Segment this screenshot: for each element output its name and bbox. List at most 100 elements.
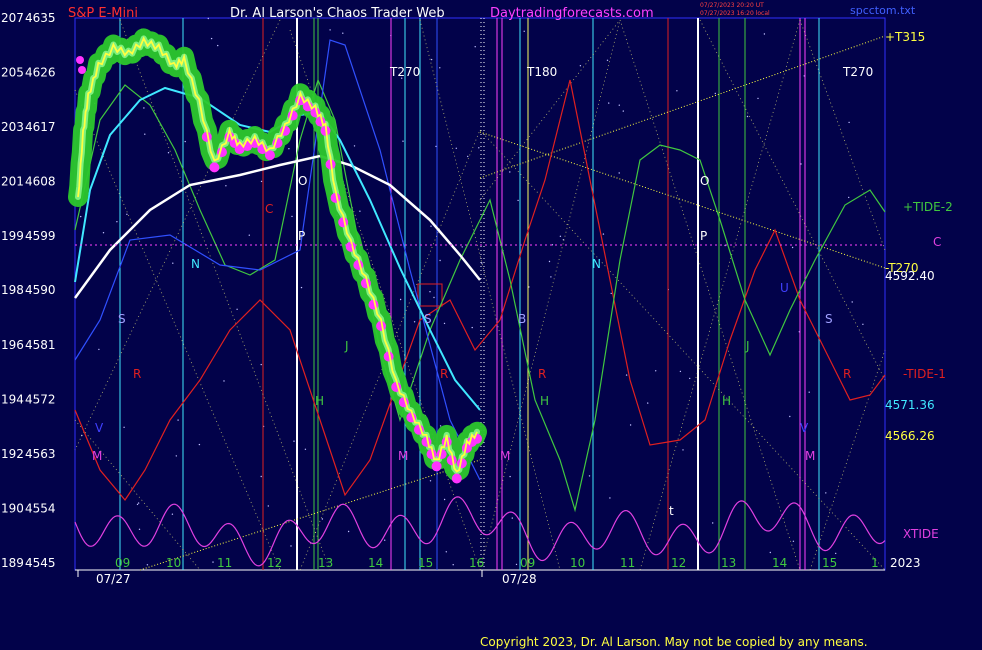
star-dot [478, 147, 480, 149]
star-dot [825, 492, 827, 494]
y-axis-point-label: 198 [1, 283, 24, 297]
star-dot [290, 545, 292, 547]
price-low-dot [76, 56, 84, 64]
star-dot [579, 65, 582, 67]
x-tick-label: 11 [620, 556, 635, 570]
event-marker-h: H [722, 394, 731, 408]
star-dot [177, 419, 179, 421]
star-dot [509, 475, 511, 478]
diagonal-dotted-line [74, 89, 281, 571]
star-dot [433, 296, 435, 299]
data-file-label: spcctom.txt [850, 4, 916, 17]
star-dot [602, 233, 605, 235]
date-label-1: 07/27 [96, 572, 131, 586]
star-dot [474, 46, 476, 48]
y-axis-price-label: 4599 [25, 229, 56, 243]
star-dot [471, 326, 473, 329]
event-marker-v: V [800, 421, 809, 435]
star-dot [207, 17, 209, 20]
event-marker-h: H [540, 394, 549, 408]
vertical-time-lines [119, 18, 820, 570]
price-low-dot [451, 473, 462, 484]
y-axis-point-label: 192 [1, 447, 24, 461]
star-dot [267, 505, 269, 507]
x-tick-label: 16 [469, 556, 484, 570]
star-dot [288, 148, 290, 150]
star-dot [98, 348, 100, 351]
star-dot [455, 147, 457, 149]
star-dot [291, 215, 293, 218]
star-dot [143, 107, 145, 109]
star-dot [588, 475, 591, 477]
event-marker-o: O [700, 174, 709, 188]
y-axis-labels: 207 4635205 4626203 4617201 4608199 4599198 45… [1, 11, 56, 570]
star-dot [511, 517, 513, 519]
star-dot [461, 246, 463, 248]
star-dot [293, 440, 295, 442]
star-dot [851, 301, 853, 303]
c-marker-right: C [933, 235, 941, 249]
copyright: Copyright 2023, Dr. Al Larson. May not b… [480, 635, 868, 649]
y-axis-point-label: 203 [1, 120, 24, 134]
star-dot [429, 480, 432, 482]
event-marker-t180: T180 [526, 65, 557, 79]
t270-projection-line [479, 131, 886, 269]
x-tick-label: 1 [871, 556, 879, 570]
star-dot [136, 503, 139, 506]
event-marker-c: C [265, 202, 273, 216]
y-axis-price-label: 4617 [25, 120, 56, 134]
event-marker-m: M [500, 449, 510, 463]
star-dot [248, 234, 250, 236]
star-dot [430, 225, 432, 227]
event-marker-p: P [298, 229, 305, 243]
site-link[interactable]: Daytradingforecasts.com [490, 6, 654, 21]
star-dot [225, 185, 227, 187]
star-dot [413, 321, 416, 323]
star-dot [384, 539, 386, 541]
star-dot [622, 110, 624, 112]
star-dot [260, 475, 262, 478]
star-dot [439, 425, 442, 427]
star-dot [445, 551, 447, 553]
x-tick-label: 09 [115, 556, 130, 570]
star-dot [523, 30, 525, 32]
x-tick-label: 14 [772, 556, 787, 570]
star-dot [175, 455, 177, 457]
event-marker-j: J [745, 339, 750, 353]
x-axis-labels: 09 10 11 12 13 14 15 16 09 10 11 12 13 14 15 1 [77, 556, 879, 577]
star-dot [515, 563, 518, 566]
star-dot [353, 145, 356, 147]
event-marker-t270: T270 [842, 65, 873, 79]
diagonal-dotted-line [479, 129, 886, 571]
star-dot [647, 402, 649, 404]
star-dot [102, 232, 105, 234]
star-dot [435, 145, 437, 148]
star-dot [359, 210, 361, 212]
price-label-cyan: 4571.36 [885, 398, 935, 412]
event-marker-s: S [118, 312, 126, 326]
star-dot [429, 291, 431, 293]
red-box-marker [417, 283, 443, 307]
star-dot [184, 140, 186, 143]
star-dot [509, 171, 511, 173]
event-marker-n: N [592, 257, 601, 271]
star-dot [618, 172, 620, 174]
star-dot [682, 449, 684, 451]
star-dot [625, 374, 628, 376]
diagonal-dotted-line [74, 419, 201, 571]
star-dot [144, 133, 146, 135]
star-dot [126, 213, 128, 215]
star-dot [848, 121, 850, 124]
x-tick-label: 14 [368, 556, 383, 570]
x-tick-label: 10 [570, 556, 585, 570]
t315-support-line [139, 459, 481, 571]
event-marker-h: H [315, 394, 324, 408]
event-marker-n: N [191, 257, 200, 271]
star-dot [862, 323, 864, 325]
star-dot [347, 530, 350, 533]
event-marker-r: R [538, 367, 546, 381]
y-axis-point-label: 194 [1, 393, 24, 407]
star-dot [137, 502, 140, 504]
t315-projection-line [479, 35, 886, 179]
price-low-dot [78, 66, 86, 74]
